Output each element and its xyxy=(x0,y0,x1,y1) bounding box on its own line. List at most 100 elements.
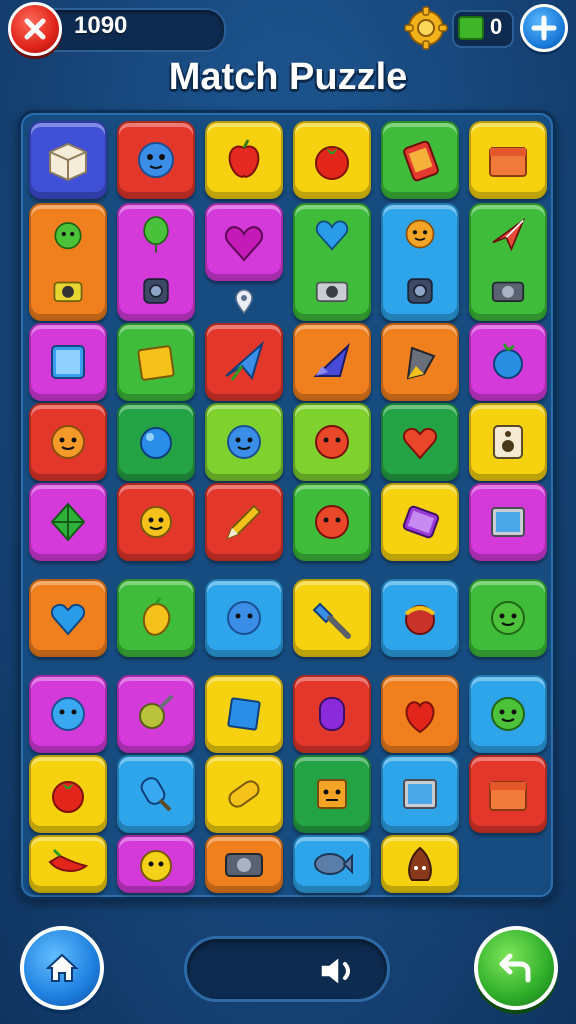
tile-fish[interactable] xyxy=(293,835,371,893)
green-apple-icon xyxy=(54,221,82,249)
tile-yellow-bar[interactable] xyxy=(205,755,283,833)
tile-red-monster[interactable] xyxy=(293,403,371,481)
box-monster-icon xyxy=(317,779,347,809)
speaker-icon[interactable] xyxy=(317,951,359,991)
speaker-icon xyxy=(493,425,523,459)
tile-brush[interactable] xyxy=(293,579,371,657)
tile-tablet[interactable] xyxy=(29,323,107,401)
tile-heart[interactable] xyxy=(205,203,283,281)
tile-tablet[interactable] xyxy=(381,755,459,833)
tile-green-monster[interactable] xyxy=(469,675,547,753)
tile-tablet[interactable] xyxy=(469,483,547,561)
tile-chestnut[interactable] xyxy=(381,835,459,893)
undo-button[interactable] xyxy=(474,926,558,1010)
square-icon xyxy=(227,697,261,731)
kite-icon xyxy=(50,502,86,542)
level-display: 0 xyxy=(452,10,514,48)
add-button[interactable] xyxy=(520,4,568,52)
rocket-icon xyxy=(313,342,350,377)
blue-heart-icon xyxy=(315,220,349,251)
tile-box[interactable] xyxy=(29,121,107,199)
fish-icon xyxy=(314,853,353,875)
gear-icon[interactable] xyxy=(404,6,448,50)
tile-blue-monster[interactable] xyxy=(117,121,195,199)
tile-phone[interactable] xyxy=(381,121,459,199)
sound-bar[interactable] xyxy=(184,936,390,1002)
close-button[interactable] xyxy=(8,2,62,56)
tile-red-heart[interactable] xyxy=(381,403,459,481)
tile-tomato[interactable] xyxy=(293,121,371,199)
tile-mango[interactable] xyxy=(117,579,195,657)
tile-red-apple[interactable] xyxy=(205,121,283,199)
tile-blue-monster[interactable] xyxy=(205,579,283,657)
lollipop-icon xyxy=(139,694,174,729)
tile-phone[interactable] xyxy=(381,483,459,561)
tile-red-monster[interactable] xyxy=(293,483,371,561)
tile-blue-heart-camera[interactable] xyxy=(293,203,371,321)
tablet-icon xyxy=(491,507,525,537)
camera-icon xyxy=(53,281,83,302)
pencil-icon xyxy=(226,504,262,540)
blue-monster-icon xyxy=(227,425,261,459)
red-monster-icon xyxy=(315,505,349,539)
close-icon xyxy=(24,18,46,40)
tile-paper-plane-camera[interactable] xyxy=(469,203,547,321)
blue-heart-icon xyxy=(50,604,86,636)
tomato-icon xyxy=(52,781,84,813)
tile-pencil-tip[interactable] xyxy=(381,323,459,401)
folder-icon xyxy=(489,781,527,811)
tile-folder[interactable] xyxy=(469,755,547,833)
tile-blue-heart[interactable] xyxy=(29,579,107,657)
paper-plane-icon xyxy=(492,217,526,251)
tile-camera[interactable] xyxy=(205,835,283,893)
tile-chick[interactable] xyxy=(117,835,195,893)
level-value: 0 xyxy=(490,14,503,39)
tile-tomato[interactable] xyxy=(29,755,107,833)
tile-paper-plane[interactable] xyxy=(205,323,283,401)
tile-blue-square[interactable] xyxy=(205,675,283,753)
pencil-tip-icon xyxy=(406,346,436,380)
mango-icon xyxy=(142,597,171,636)
location-pin-icon xyxy=(235,289,253,315)
home-button[interactable] xyxy=(20,926,104,1010)
heart-icon xyxy=(224,226,264,262)
camera-icon xyxy=(407,277,433,304)
camera-icon xyxy=(143,277,169,304)
red-monster-icon xyxy=(315,425,349,459)
game-board xyxy=(18,110,556,900)
chili-icon xyxy=(48,848,89,872)
camera-icon xyxy=(315,281,349,302)
tile-blue-ball[interactable] xyxy=(117,403,195,481)
tile-balloon-camera[interactable] xyxy=(117,203,195,321)
tile-speaker[interactable] xyxy=(469,403,547,481)
tile-ball[interactable] xyxy=(381,579,459,657)
tile-blue-monster[interactable] xyxy=(29,675,107,753)
tile-sticky-note[interactable] xyxy=(117,323,195,401)
tile-kite[interactable] xyxy=(29,483,107,561)
tile-purple-gem[interactable] xyxy=(293,675,371,753)
tile-orange-monster-camera[interactable] xyxy=(381,203,459,321)
bar-icon xyxy=(228,780,260,808)
green-monster-icon xyxy=(491,697,525,731)
tile-green-apple-camera[interactable] xyxy=(29,203,107,321)
page-title: Match Puzzle xyxy=(168,56,408,98)
tile-red-heart[interactable] xyxy=(381,675,459,753)
chestnut-icon xyxy=(408,846,432,881)
phone-icon xyxy=(402,505,440,539)
brush-icon xyxy=(312,602,351,639)
tile-green-monster[interactable] xyxy=(469,579,547,657)
tile-orange-monster[interactable] xyxy=(29,403,107,481)
tile-rocket[interactable] xyxy=(293,323,371,401)
undo-icon xyxy=(499,953,531,983)
tile-lollipop[interactable] xyxy=(117,675,195,753)
tile-box-monster[interactable] xyxy=(293,755,371,833)
tile-chili[interactable] xyxy=(29,835,107,893)
tile-folder[interactable] xyxy=(469,121,547,199)
tablet-icon xyxy=(403,779,437,809)
tile-sun-monster[interactable] xyxy=(117,483,195,561)
tile-popsicle[interactable] xyxy=(117,755,195,833)
tile-pencil[interactable] xyxy=(205,483,283,561)
tile-berry[interactable] xyxy=(469,323,547,401)
tile-blue-monster[interactable] xyxy=(205,403,283,481)
orange-monster-icon xyxy=(51,425,85,459)
